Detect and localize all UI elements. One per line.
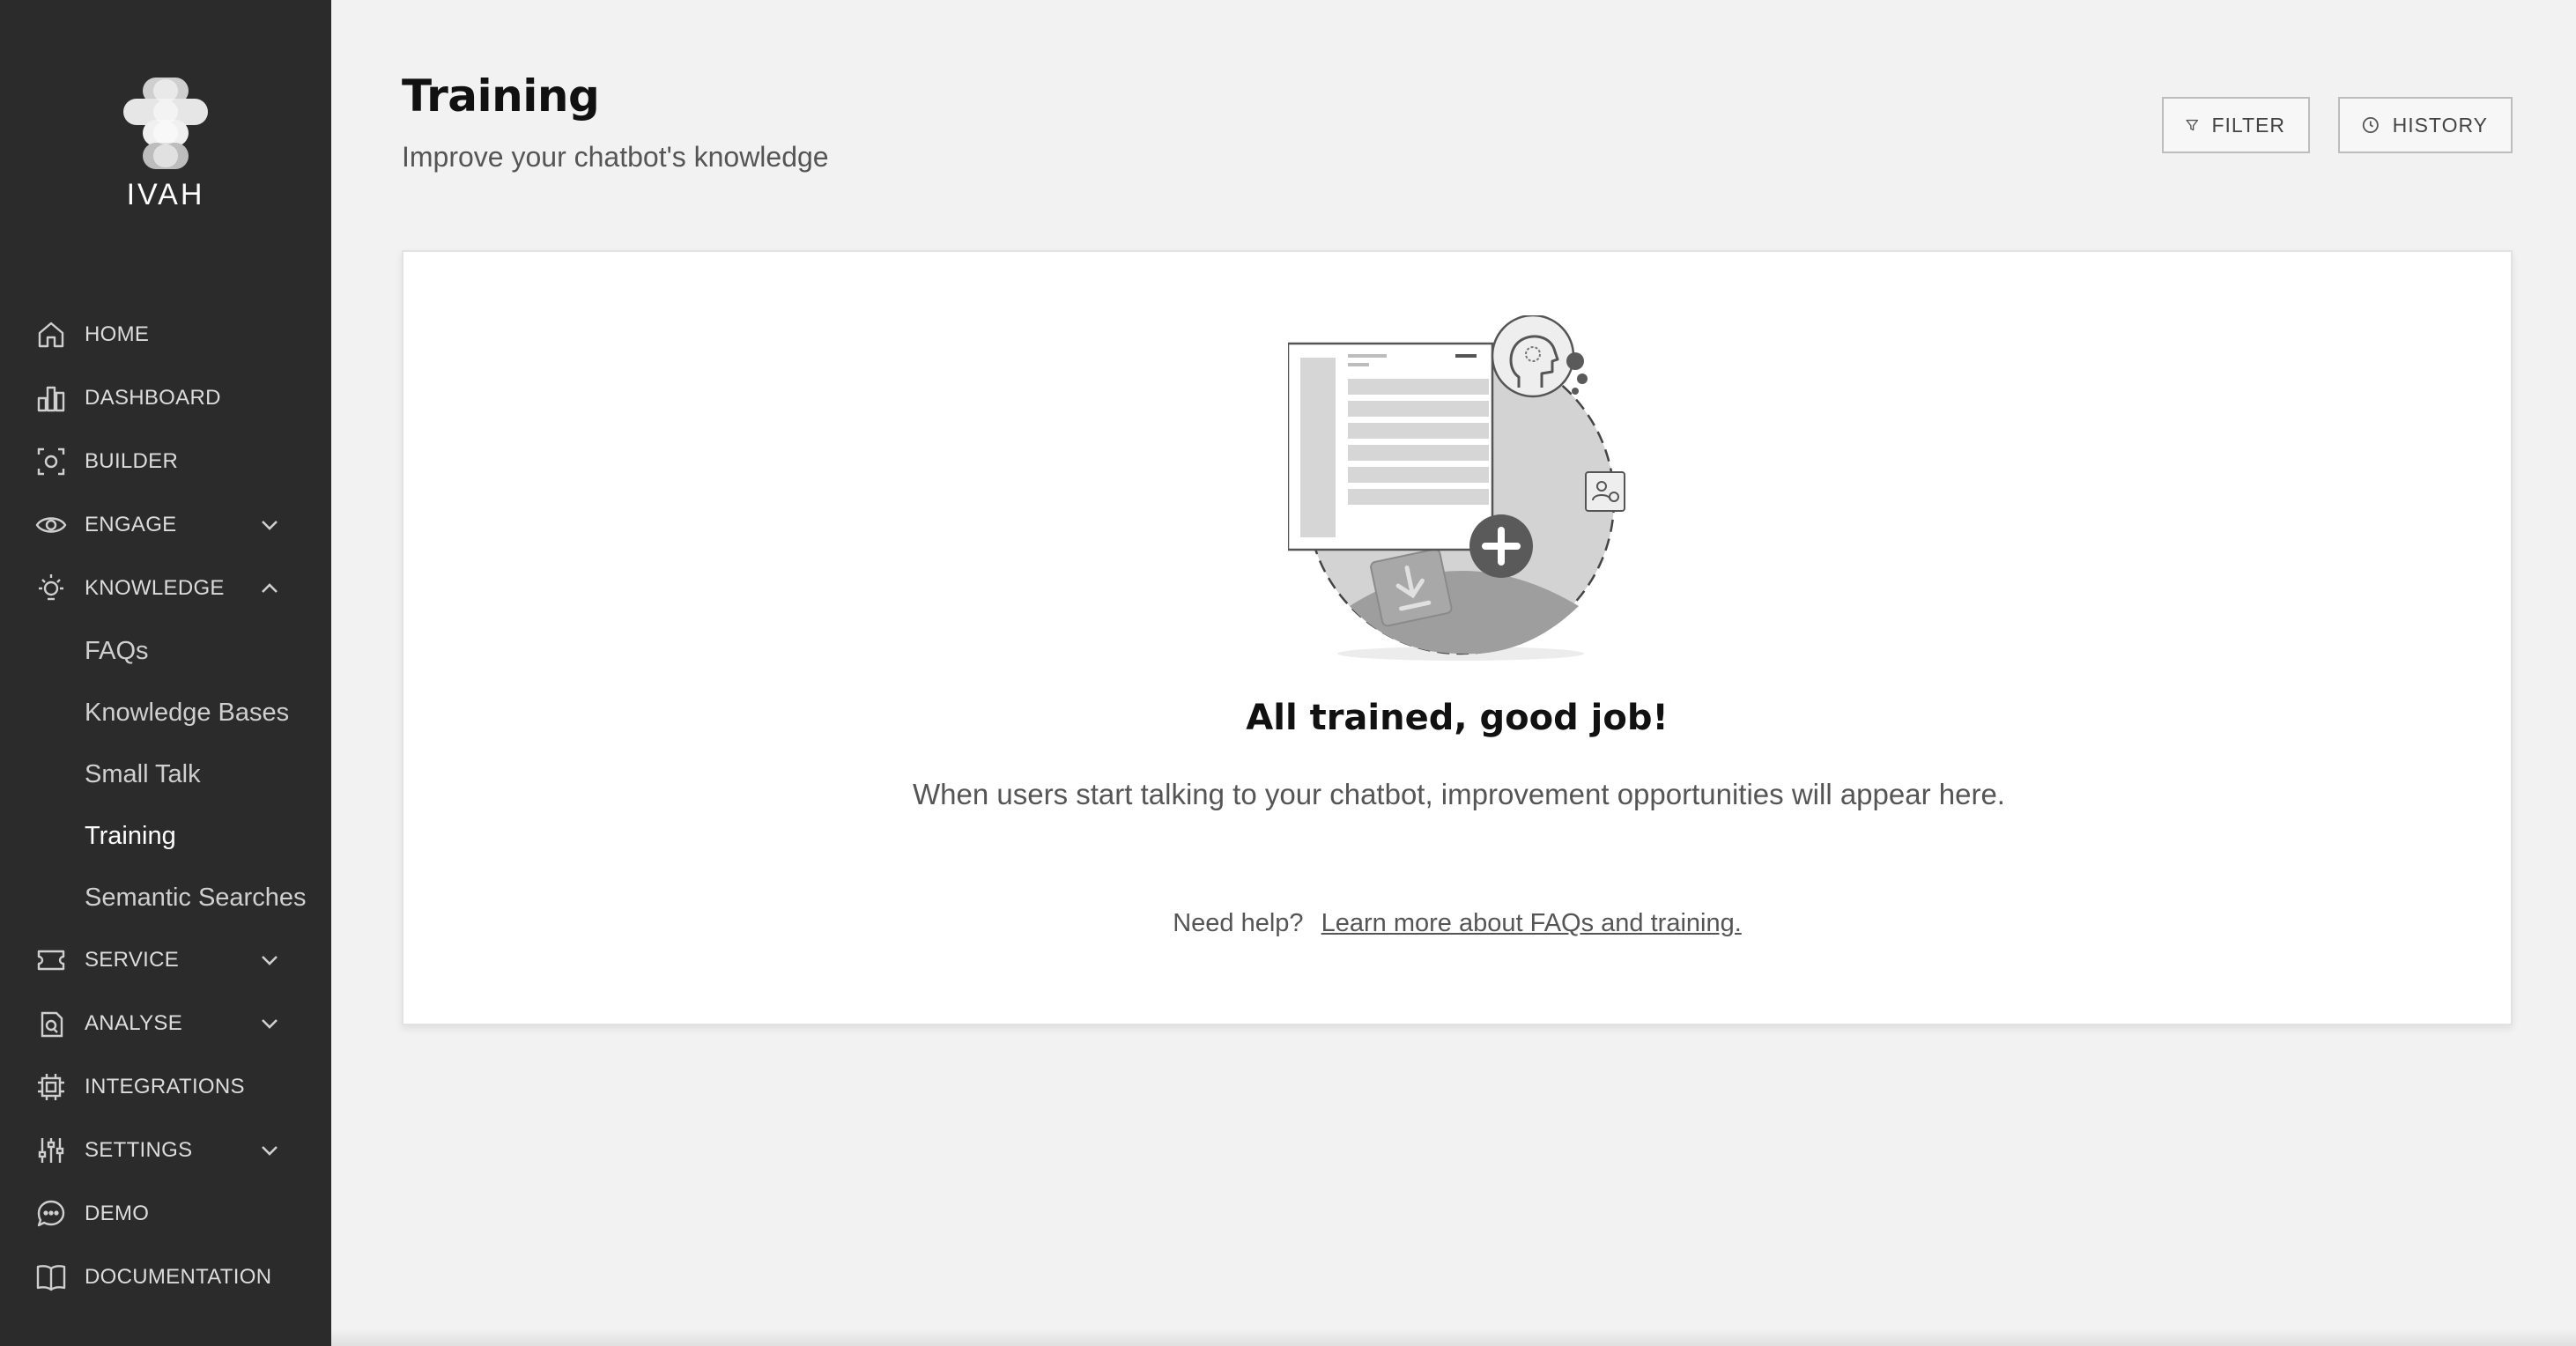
sidebar-item-documentation[interactable]: DOCUMENTATION bbox=[0, 1246, 331, 1309]
sidebar-item-settings[interactable]: SETTINGS bbox=[0, 1119, 331, 1182]
empty-state-title: All trained, good job! bbox=[1246, 698, 1669, 738]
brand-name: IVAH bbox=[126, 178, 205, 211]
chevron-down-icon[interactable] bbox=[257, 948, 282, 973]
app-window: IVAH HOME DASHBOARD BUILDER ENGAGE KNOWL… bbox=[0, 0, 2576, 1346]
builder-icon bbox=[35, 446, 67, 477]
sidebar-item-label: SETTINGS bbox=[85, 1138, 193, 1162]
home-icon bbox=[35, 319, 67, 351]
sidebar-subitem-faqs[interactable]: FAQs bbox=[0, 620, 331, 682]
sliders-icon bbox=[35, 1135, 67, 1166]
sidebar-subitem-small-talk[interactable]: Small Talk bbox=[0, 743, 331, 805]
empty-state-illustration bbox=[1288, 315, 1658, 664]
sidebar-item-label: DASHBOARD bbox=[85, 386, 221, 410]
chevron-down-icon[interactable] bbox=[257, 1011, 282, 1036]
sidebar-subitem-semantic-searches[interactable]: Semantic Searches bbox=[0, 867, 331, 928]
sidebar-item-dashboard[interactable]: DASHBOARD bbox=[0, 366, 331, 430]
sidebar-item-integrations[interactable]: INTEGRATIONS bbox=[0, 1055, 331, 1119]
bottom-shadow bbox=[331, 1328, 2576, 1346]
eye-icon bbox=[35, 509, 67, 541]
chevron-down-icon[interactable] bbox=[257, 513, 282, 537]
brand[interactable]: IVAH bbox=[0, 78, 331, 212]
empty-state-description: When users start talking to your chatbot… bbox=[913, 778, 2005, 810]
sidebar-subitem-knowledge-bases[interactable]: Knowledge Bases bbox=[0, 682, 331, 743]
help-line: Need help? Learn more about FAQs and tra… bbox=[403, 909, 2511, 938]
sidebar-item-label: ANALYSE bbox=[85, 1011, 183, 1035]
sidebar-item-label: DEMO bbox=[85, 1202, 150, 1225]
history-button-label: HISTORY bbox=[2392, 113, 2488, 137]
help-prefix: Need help? bbox=[1173, 909, 1304, 937]
chip-icon bbox=[35, 1071, 67, 1103]
sidebar-item-label: KNOWLEDGE bbox=[85, 576, 225, 600]
analyse-icon bbox=[35, 1008, 67, 1039]
history-button[interactable]: HISTORY bbox=[2338, 97, 2513, 153]
sidebar-item-service[interactable]: SERVICE bbox=[0, 928, 331, 992]
sidebar-item-label: DOCUMENTATION bbox=[85, 1265, 272, 1289]
bar-chart-icon bbox=[35, 382, 67, 414]
page-subtitle: Improve your chatbot's knowledge bbox=[402, 141, 829, 173]
sidebar-item-label: BUILDER bbox=[85, 449, 179, 473]
sidebar-item-knowledge[interactable]: KNOWLEDGE bbox=[0, 557, 331, 620]
sidebar-item-label: ENGAGE bbox=[85, 513, 177, 536]
filter-icon bbox=[2186, 119, 2199, 131]
sidebar-nav: HOME DASHBOARD BUILDER ENGAGE KNOWLEDGE … bbox=[0, 303, 331, 1309]
training-card: All trained, good job! When users start … bbox=[402, 250, 2513, 1025]
sidebar-item-builder[interactable]: BUILDER bbox=[0, 430, 331, 493]
sidebar-item-label: HOME bbox=[85, 322, 150, 346]
ivah-logo bbox=[123, 78, 208, 169]
book-icon bbox=[35, 1261, 67, 1293]
clock-icon bbox=[2362, 117, 2379, 133]
sidebar-item-analyse[interactable]: ANALYSE bbox=[0, 992, 331, 1055]
chevron-down-icon[interactable] bbox=[257, 1138, 282, 1163]
filter-button[interactable]: FILTER bbox=[2162, 97, 2310, 153]
sidebar-item-label: INTEGRATIONS bbox=[85, 1075, 245, 1098]
sidebar-item-engage[interactable]: ENGAGE bbox=[0, 493, 331, 557]
sidebar-item-label: SERVICE bbox=[85, 948, 180, 972]
chat-bubble-icon bbox=[35, 1198, 67, 1230]
chevron-up-icon[interactable] bbox=[257, 576, 282, 601]
page-title: Training bbox=[402, 70, 600, 122]
sidebar-subitem-training[interactable]: Training bbox=[0, 805, 331, 867]
filter-button-label: FILTER bbox=[2211, 113, 2285, 137]
sidebar: IVAH HOME DASHBOARD BUILDER ENGAGE KNOWL… bbox=[0, 0, 331, 1346]
help-link[interactable]: Learn more about FAQs and training. bbox=[1321, 909, 1742, 937]
sidebar-item-demo[interactable]: DEMO bbox=[0, 1182, 331, 1246]
ticket-icon bbox=[35, 944, 67, 976]
lightbulb-icon bbox=[35, 573, 67, 604]
sidebar-item-home[interactable]: HOME bbox=[0, 303, 331, 366]
